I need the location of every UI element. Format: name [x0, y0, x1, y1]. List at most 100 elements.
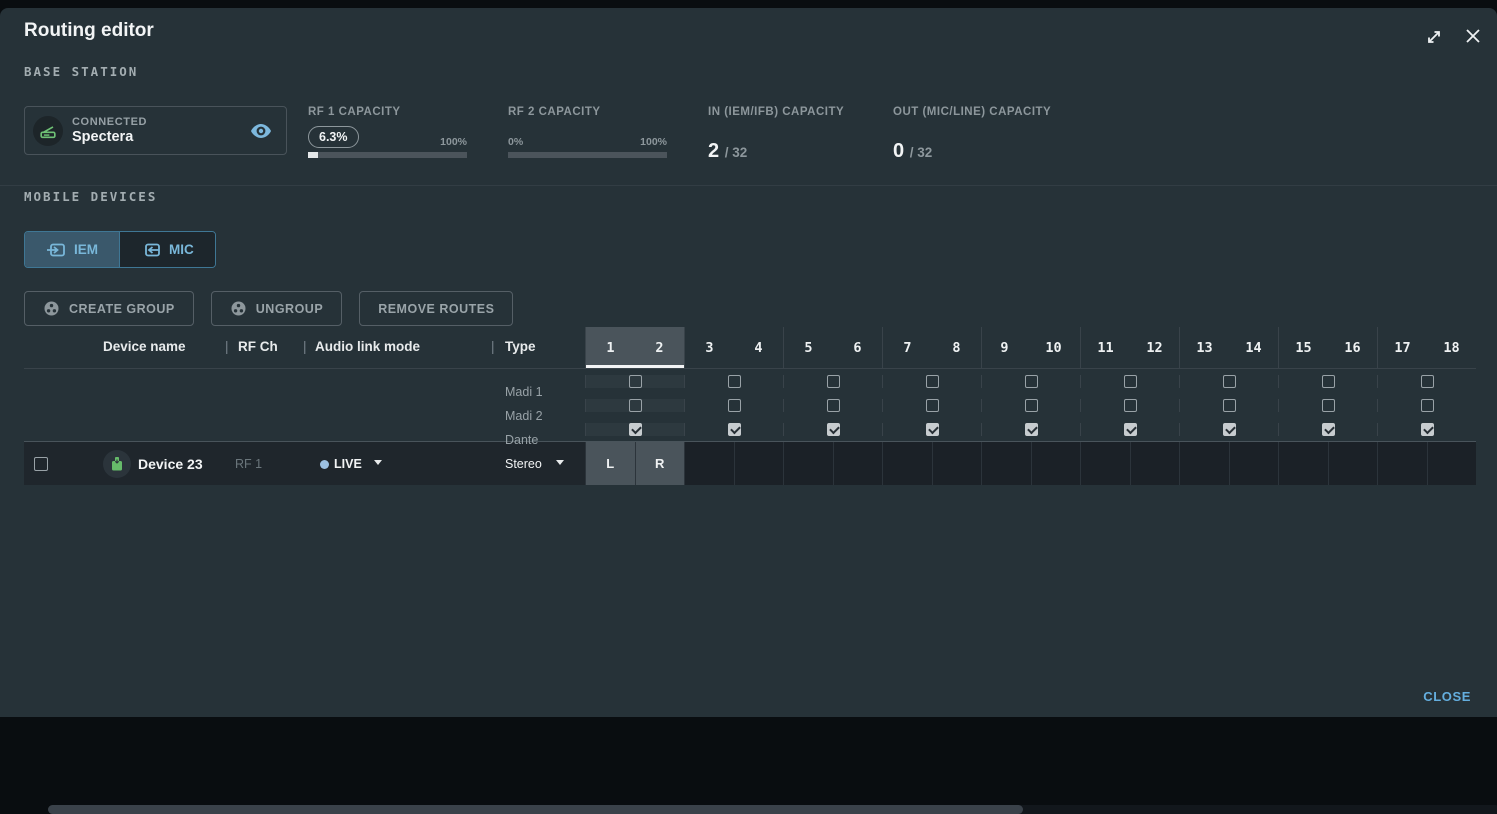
expand-icon[interactable] — [1425, 28, 1443, 46]
channel-number: 14 — [1245, 340, 1261, 356]
route-checkbox[interactable] — [1124, 423, 1137, 436]
route-checkbox[interactable] — [827, 375, 840, 388]
route-checkbox[interactable] — [728, 399, 741, 412]
route-checkbox[interactable] — [629, 423, 642, 436]
bus-route-cell — [1278, 399, 1377, 412]
route-checkbox[interactable] — [1124, 375, 1137, 388]
device-select-checkbox[interactable] — [34, 457, 48, 471]
remove-routes-button[interactable]: REMOVE ROUTES — [359, 291, 513, 326]
device-channel-cell[interactable] — [833, 442, 883, 485]
device-cells: LR — [585, 442, 1476, 485]
type-value[interactable]: Stereo — [505, 457, 542, 471]
channel-pair-header-3-4[interactable]: 34 — [684, 327, 783, 368]
route-checkbox[interactable] — [1025, 375, 1038, 388]
channel-number: 2 — [655, 340, 663, 356]
rf1-capacity-bar — [308, 152, 467, 158]
route-checkbox[interactable] — [827, 423, 840, 436]
bus-route-cell — [1377, 399, 1476, 412]
device-channel-cell[interactable] — [1080, 442, 1130, 485]
channel-pair-header-5-6[interactable]: 56 — [783, 327, 882, 368]
route-checkbox[interactable] — [1025, 423, 1038, 436]
route-checkbox[interactable] — [1223, 423, 1236, 436]
route-checkbox[interactable] — [629, 399, 642, 412]
route-checkbox[interactable] — [728, 375, 741, 388]
route-checkbox[interactable] — [926, 399, 939, 412]
live-status-dot — [320, 460, 329, 469]
channel-pair-header-1-2[interactable]: 12 — [585, 327, 684, 368]
device-channel-cell[interactable] — [1229, 442, 1279, 485]
channel-number: 6 — [853, 340, 861, 356]
create-group-button[interactable]: CREATE GROUP — [24, 291, 194, 326]
bus-route-cell — [1278, 375, 1377, 388]
horizontal-scrollbar[interactable] — [48, 805, 1497, 814]
route-checkbox[interactable] — [629, 375, 642, 388]
rf2-capacity: RF 2 CAPACITY 0% 100% — [508, 106, 667, 118]
route-checkbox[interactable] — [926, 423, 939, 436]
route-checkbox[interactable] — [1322, 375, 1335, 388]
channel-number: 8 — [952, 340, 960, 356]
device-channel-cell[interactable] — [1031, 442, 1081, 485]
device-channel-cell[interactable] — [1278, 442, 1328, 485]
channel-number: 3 — [705, 340, 713, 356]
out-capacity-used: 0 — [893, 140, 904, 162]
bus-route-cell — [882, 375, 981, 388]
scrollbar-thumb[interactable] — [48, 805, 1023, 814]
route-checkbox[interactable] — [827, 399, 840, 412]
audio-link-mode-value[interactable]: LIVE — [334, 457, 362, 471]
channel-pair-header-7-8[interactable]: 78 — [882, 327, 981, 368]
device-channel-cell[interactable] — [882, 442, 932, 485]
route-checkbox[interactable] — [1322, 399, 1335, 412]
ungroup-button[interactable]: UNGROUP — [211, 291, 342, 326]
chevron-down-icon[interactable] — [556, 460, 564, 465]
base-station-section-label: BASE STATION — [24, 64, 138, 79]
device-channel-cell[interactable] — [932, 442, 982, 485]
chevron-down-icon[interactable] — [374, 460, 382, 465]
device-routed-cell-L[interactable]: L — [585, 442, 635, 485]
device-channel-cell[interactable] — [1179, 442, 1229, 485]
channel-number: 15 — [1295, 340, 1311, 356]
device-channel-cell[interactable] — [1427, 442, 1477, 485]
device-channel-cell[interactable] — [734, 442, 784, 485]
rf2-capacity-bar — [508, 152, 667, 158]
device-channel-cell[interactable] — [1328, 442, 1378, 485]
rf2-min-label: 0% — [508, 136, 523, 148]
channel-pair-header-9-10[interactable]: 910 — [981, 327, 1080, 368]
bus-label: Madi 1 — [505, 385, 543, 399]
route-checkbox[interactable] — [1124, 399, 1137, 412]
close-icon[interactable] — [1465, 28, 1481, 44]
route-checkbox[interactable] — [1223, 399, 1236, 412]
route-checkbox[interactable] — [1322, 423, 1335, 436]
connected-base-station-card[interactable]: CONNECTED Spectera — [24, 106, 287, 155]
route-checkbox[interactable] — [728, 423, 741, 436]
out-capacity: OUT (MIC/LINE) CAPACITY 0 / 32 — [893, 106, 1051, 163]
rf1-capacity-bar-fill — [308, 152, 318, 158]
channel-pair-header-11-12[interactable]: 1112 — [1080, 327, 1179, 368]
channel-pair-header-13-14[interactable]: 1314 — [1179, 327, 1278, 368]
bus-route-cell — [684, 375, 783, 388]
route-checkbox[interactable] — [926, 375, 939, 388]
bus-route-cell — [783, 375, 882, 388]
route-checkbox[interactable] — [1025, 399, 1038, 412]
bus-row-madi2: Madi 2 — [24, 393, 1476, 417]
device-row: Device 23 RF 1 LIVE Stereo LR — [24, 441, 1476, 485]
channel-pair-header-15-16[interactable]: 1516 — [1278, 327, 1377, 368]
device-channel-cell[interactable] — [1377, 442, 1427, 485]
route-checkbox[interactable] — [1421, 375, 1434, 388]
route-checkbox[interactable] — [1421, 423, 1434, 436]
bus-route-cell — [1080, 423, 1179, 436]
route-checkbox[interactable] — [1421, 399, 1434, 412]
device-channel-cell[interactable] — [684, 442, 734, 485]
route-checkbox[interactable] — [1223, 375, 1236, 388]
channel-pair-header-17-18[interactable]: 1718 — [1377, 327, 1476, 368]
tab-iem[interactable]: IEM — [25, 232, 119, 267]
device-channel-cell[interactable] — [783, 442, 833, 485]
device-routed-cell-R[interactable]: R — [635, 442, 685, 485]
channel-header-row: 123456789101112131415161718 — [585, 327, 1476, 368]
device-channel-cell[interactable] — [1130, 442, 1180, 485]
close-button[interactable]: CLOSE — [1423, 689, 1471, 704]
tab-mic[interactable]: MIC — [119, 232, 215, 267]
eye-icon[interactable] — [250, 123, 272, 139]
device-channel-cell[interactable] — [981, 442, 1031, 485]
routing-table: Device name | RF Ch | Audio link mode | … — [24, 327, 1476, 485]
col-header-rf-ch: RF Ch — [238, 339, 278, 354]
